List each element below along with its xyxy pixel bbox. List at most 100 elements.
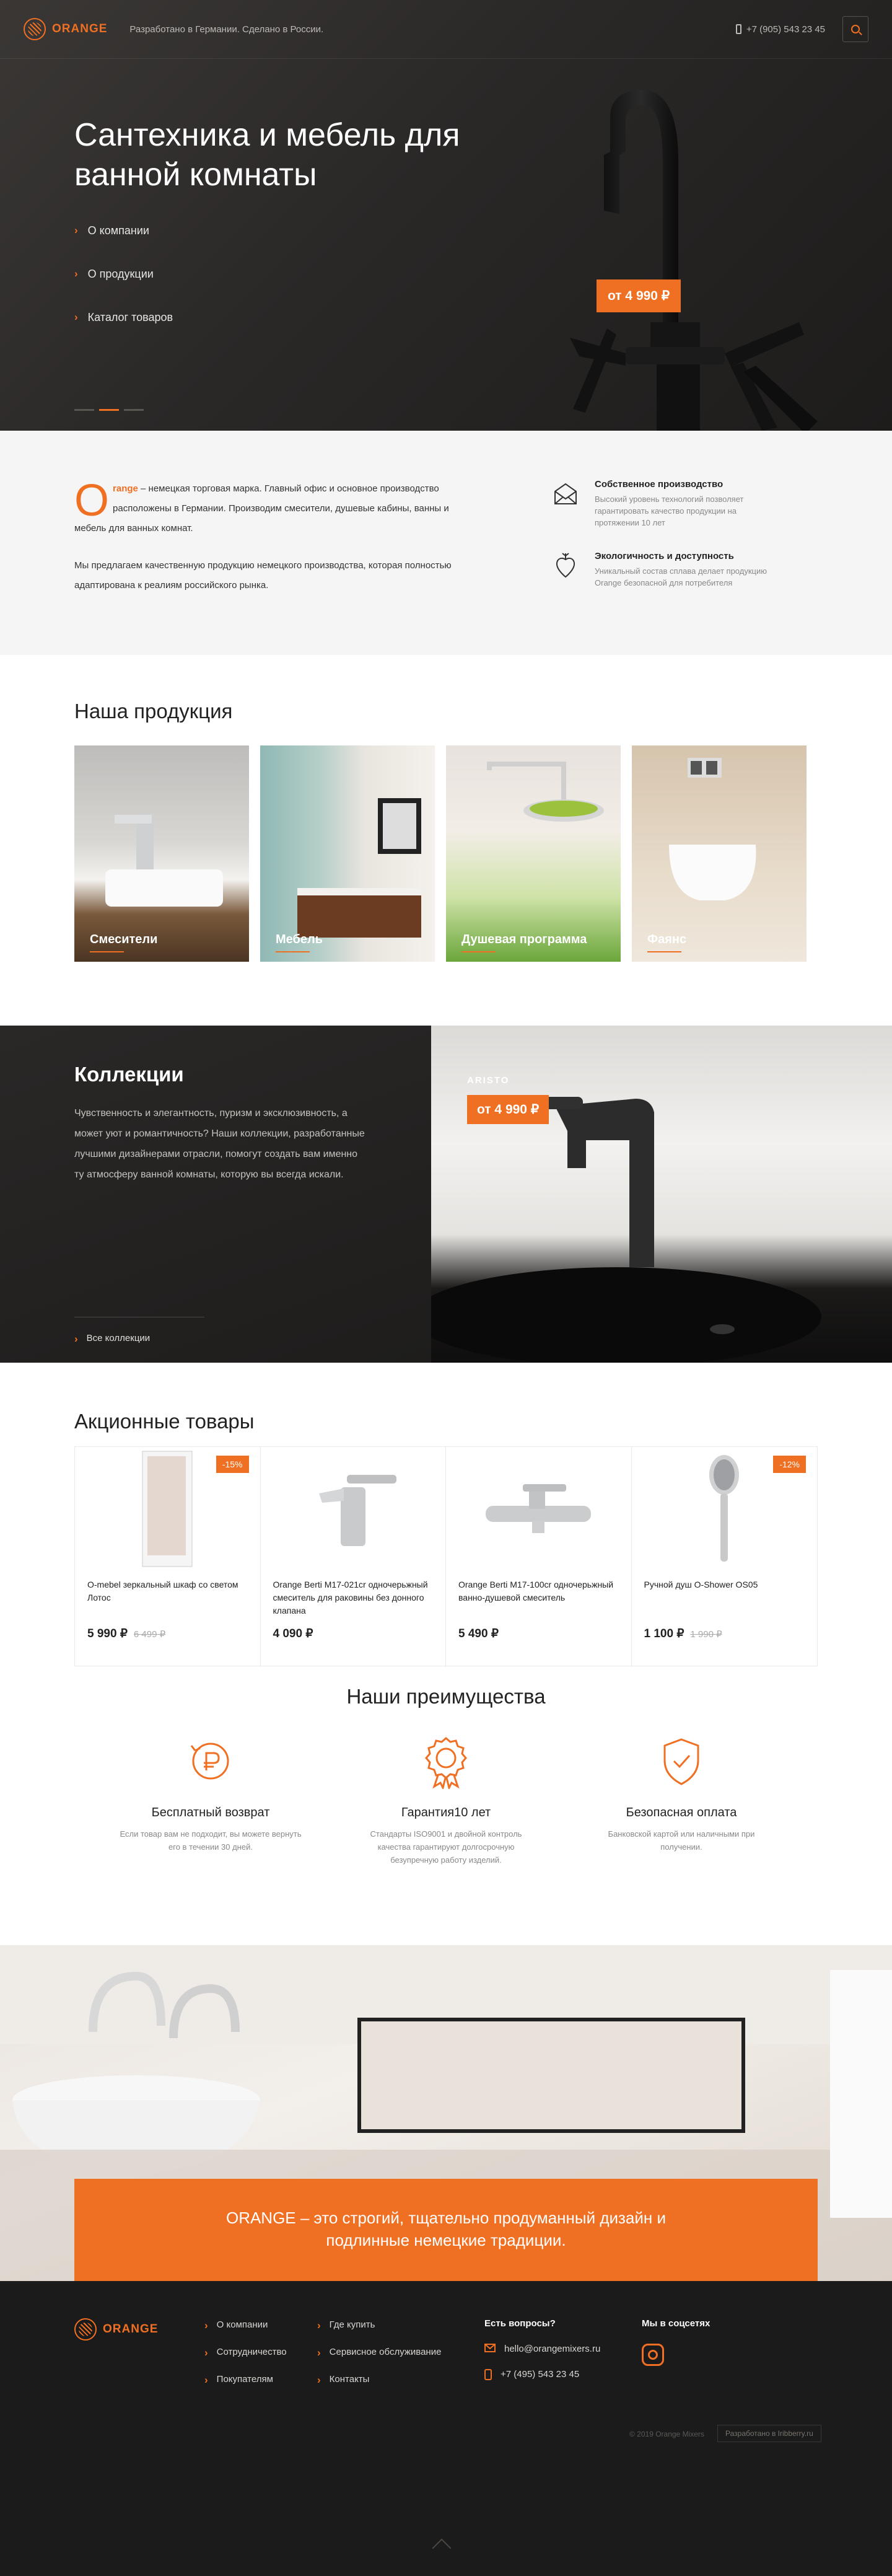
dropcap: O xyxy=(74,476,110,525)
search-icon xyxy=(851,25,860,33)
category-furniture[interactable]: Мебель xyxy=(260,745,435,962)
category-mixers[interactable]: Смесители xyxy=(74,745,249,962)
award-icon xyxy=(425,1737,467,1791)
category-ceramics[interactable]: Фаянс xyxy=(632,745,807,962)
promo-card[interactable]: -15% O-mebel зеркальный шкаф со светом Л… xyxy=(75,1447,261,1667)
instagram-icon[interactable] xyxy=(642,2344,664,2366)
chevron-right-icon: › xyxy=(74,311,78,323)
footer-link-where-to-buy[interactable]: › Где купить xyxy=(317,2319,441,2332)
promo-title: Акционные товары xyxy=(74,1410,255,1433)
footer-contacts-title: Есть вопросы? xyxy=(484,2318,556,2329)
advantages-section: Наши преимущества Бесплатный возврат Есл… xyxy=(0,1685,892,1945)
promo-old-price: 6 499 ₽ xyxy=(133,1629,166,1640)
collections-title: Коллекции xyxy=(74,1063,184,1086)
category-label: Смесители xyxy=(90,933,158,946)
promo-name: Orange Berti M17-100cr одночерьжный ванн… xyxy=(458,1580,614,1602)
footer-link-contacts[interactable]: › Контакты xyxy=(317,2374,441,2386)
logo-mark-icon xyxy=(74,2318,97,2341)
category-label: Душевая программа xyxy=(461,933,587,946)
developer-link[interactable]: Разработано в Iribberry.ru xyxy=(717,2425,821,2442)
footer-link-customers[interactable]: › Покупателям xyxy=(204,2374,287,2386)
logo[interactable]: ORANGE xyxy=(24,18,107,40)
advantage-text: Банковской картой или наличными при полу… xyxy=(608,1829,755,1852)
banner-line-2: подлинные немецкие традиции. xyxy=(326,2231,566,2249)
banner-section: ORANGE – это строгий, тщательно продуман… xyxy=(0,1945,892,2281)
category-list: Смесители Мебель Душевая программа Фаянс xyxy=(74,745,807,962)
toilet-image xyxy=(669,758,756,900)
footer-phone[interactable]: +7 (495) 543 23 45 xyxy=(484,2369,600,2380)
collection-name: ARISTO xyxy=(467,1075,510,1086)
chevron-right-icon: › xyxy=(204,2374,208,2386)
footer-social-title: Мы в соцсетях xyxy=(642,2318,711,2329)
collection-price-badge[interactable]: от 4 990 ₽ xyxy=(467,1095,549,1124)
hero-nav-about[interactable]: › О компании xyxy=(74,224,173,268)
scroll-up-icon[interactable] xyxy=(432,2538,452,2558)
promo-name: O-mebel зеркальный шкаф со светом Лотос xyxy=(87,1580,238,1602)
feature-production: Собственное производство Высокий уровень … xyxy=(551,479,774,529)
chevron-right-icon: › xyxy=(317,2374,321,2386)
products-section: Наша продукция Смесители Мебель Душевая … xyxy=(0,655,892,1026)
feature-text: Уникальный состав сплава делает продукци… xyxy=(595,566,767,587)
header-phone[interactable]: +7 (905) 543 23 45 xyxy=(735,24,825,35)
footer-link-about[interactable]: › О компании xyxy=(204,2319,287,2332)
phone-icon xyxy=(735,24,741,34)
collections-info: Коллекции Чувственность и элегантность, … xyxy=(0,1026,431,1363)
search-button[interactable] xyxy=(842,16,868,42)
footer-link-partnership[interactable]: › Сотрудничество xyxy=(204,2347,287,2359)
hero-nav-catalog[interactable]: › Каталог товаров xyxy=(74,311,173,354)
collections-text: Чувственность и элегантность, пуризм и э… xyxy=(74,1108,365,1180)
footer: ORANGE › О компании › Сотрудничество › Поку… xyxy=(0,2281,892,2576)
logo-mark-icon xyxy=(24,18,46,40)
banner-line-1: ORANGE – это строгий, тщательно продуман… xyxy=(225,2209,667,2227)
chevron-right-icon: › xyxy=(204,2347,208,2358)
footer-menu-2: › Где купить › Сервисное обслуживание › Кон… xyxy=(317,2319,441,2401)
advantages-title: Наши преимущества xyxy=(346,1685,546,1708)
ruble-return-icon xyxy=(190,1743,229,1780)
promo-card[interactable]: Orange Berti M17-021cr одночерьжный смес… xyxy=(261,1447,446,1667)
footer-email[interactable]: hello@orangemixers.ru xyxy=(484,2344,600,2354)
footer-social: Мы в соцсетях xyxy=(642,2318,710,2366)
footer-logo-text: ORANGE xyxy=(103,2323,159,2336)
all-collections-link[interactable]: › Все коллекции xyxy=(74,1333,150,1345)
eco-icon xyxy=(556,553,575,578)
promo-name: Orange Berti M17-021cr одночерьжный смес… xyxy=(273,1580,428,1615)
hero-price-badge[interactable]: от 4 990 ₽ xyxy=(597,279,681,312)
faucet-image xyxy=(570,90,818,431)
hero-section: ORANGE Разработано в Германии. Сделано в… xyxy=(0,0,892,431)
slider-dot-active[interactable] xyxy=(99,409,119,411)
footer-logo[interactable]: ORANGE xyxy=(74,2318,158,2341)
chevron-right-icon: › xyxy=(74,224,78,236)
chevron-right-icon: › xyxy=(317,2319,321,2331)
about-section: Orange – немецкая торговая марка. Главны… xyxy=(0,431,892,655)
promo-card[interactable]: -12% Ручной душ O-Shower OS05 1 100 ₽1 9… xyxy=(632,1447,818,1667)
bath-mixer-image xyxy=(486,1484,592,1533)
promo-price: 4 090 ₽ xyxy=(273,1627,313,1640)
category-label: Мебель xyxy=(276,933,323,946)
collection-featured[interactable]: ARISTO от 4 990 ₽ xyxy=(431,1026,892,1363)
hero-nav-products[interactable]: › О продукции xyxy=(74,268,173,311)
slider-dot[interactable] xyxy=(124,409,144,411)
promo-name: Ручной душ O-Shower OS05 xyxy=(644,1580,758,1589)
slider-dots xyxy=(74,409,144,411)
footer-link-service[interactable]: › Сервисное обслуживание xyxy=(317,2347,441,2359)
category-shower[interactable]: Душевая программа xyxy=(446,745,621,962)
slider-dot[interactable] xyxy=(74,409,94,411)
chevron-right-icon: › xyxy=(317,2347,321,2358)
about-paragraph-1: Orange – немецкая торговая марка. Главны… xyxy=(74,476,449,534)
chevron-right-icon: › xyxy=(74,268,78,279)
advantage-text: Стандарты ISO9001 и двойной контроль кач… xyxy=(370,1829,522,1865)
about-text: Orange – немецкая торговая марка. Главны… xyxy=(74,476,471,596)
production-icon xyxy=(554,483,577,504)
advantage-title: Гарантия10 лет xyxy=(401,1806,491,1819)
promo-grid: -15% O-mebel зеркальный шкаф со светом Л… xyxy=(74,1446,818,1667)
promo-section: Акционные товары -15% O-mebel зеркальный… xyxy=(0,1363,892,1685)
promo-card[interactable]: Orange Berti M17-100cr одночерьжный ванн… xyxy=(446,1447,632,1667)
feature-title: Экологичность и доступность xyxy=(595,551,734,561)
shield-check-icon xyxy=(663,1738,699,1785)
advantage-title: Бесплатный возврат xyxy=(151,1806,270,1819)
copyright: © 2019 Orange Mixers xyxy=(629,2430,704,2438)
discount-badge: -15% xyxy=(216,1456,249,1473)
mirror-cabinet-image xyxy=(142,1451,193,1567)
tagline: Разработано в Германии. Сделано в России… xyxy=(129,24,324,35)
products-title: Наша продукция xyxy=(74,700,233,723)
